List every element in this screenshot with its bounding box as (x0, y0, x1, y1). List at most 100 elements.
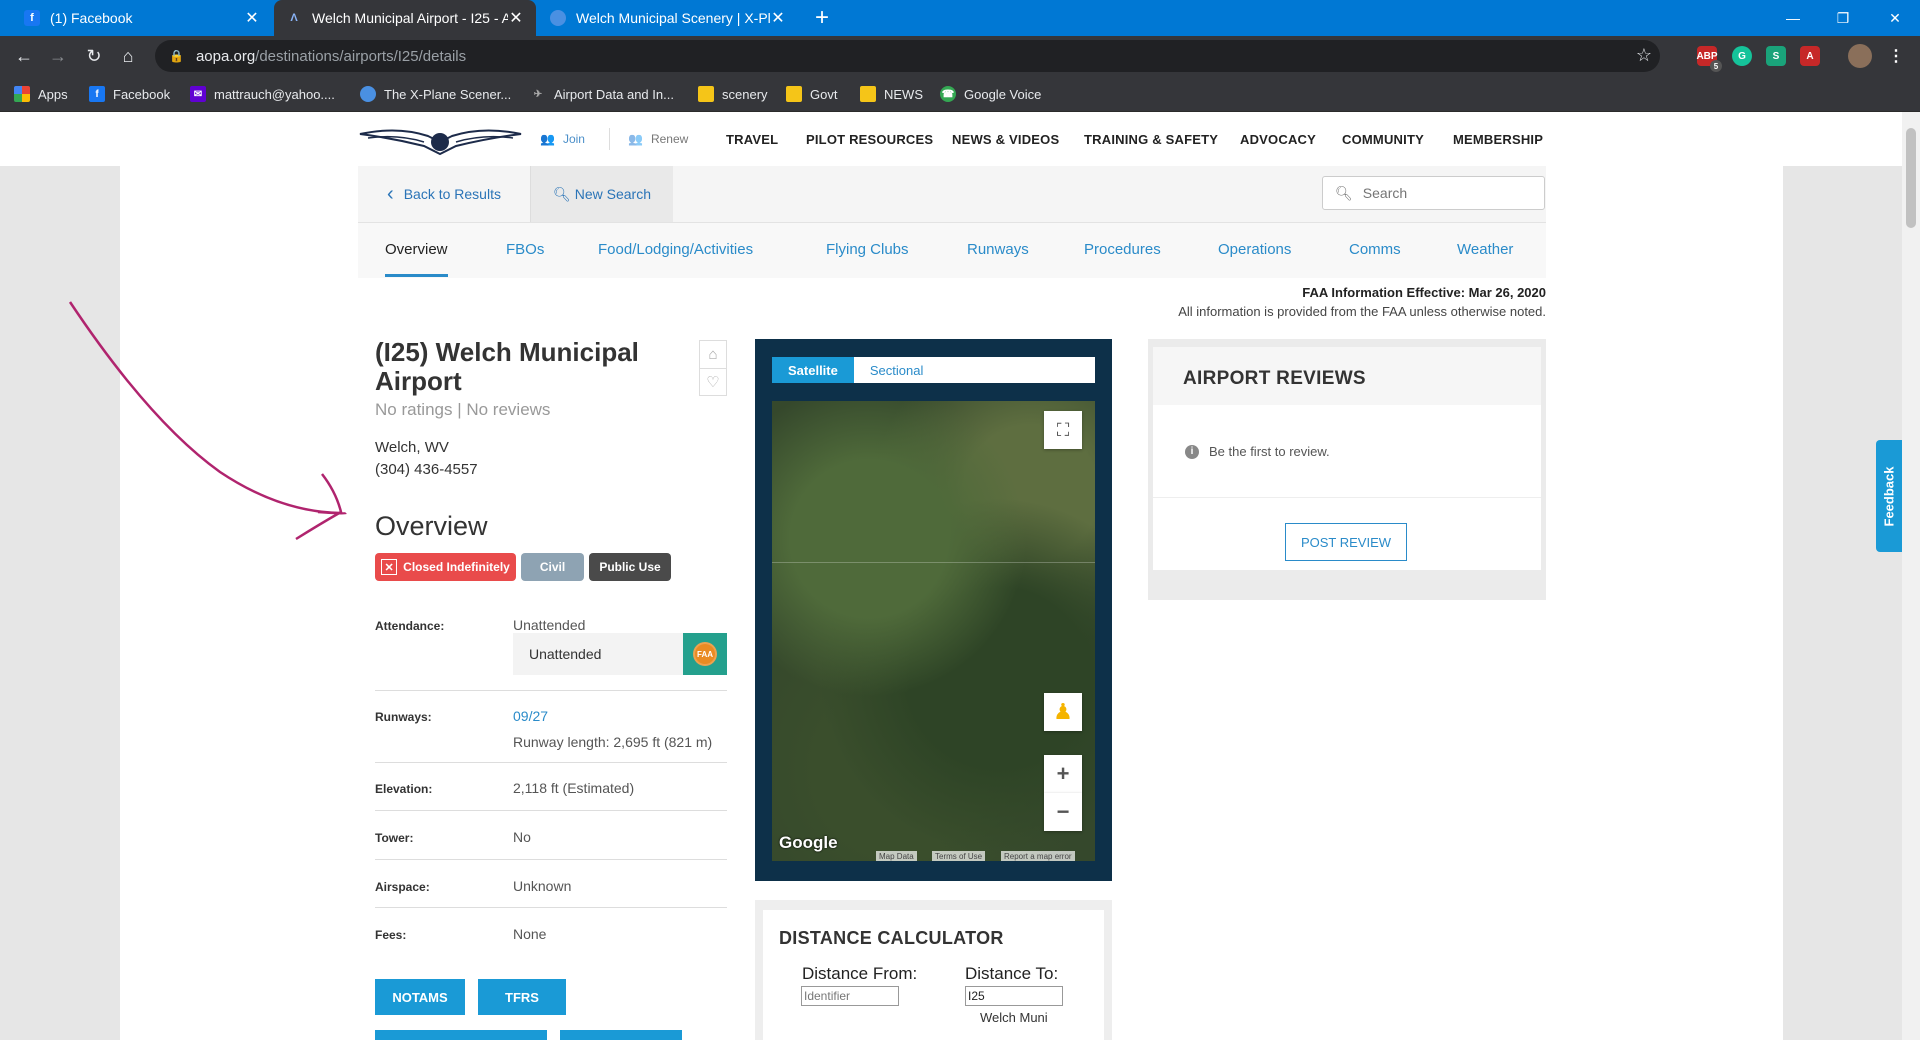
new-search-button[interactable]: 🔍︎ New Search (531, 166, 673, 222)
page-scrollbar[interactable] (1902, 112, 1920, 1040)
bookmark-star-icon[interactable]: ☆ (1636, 45, 1652, 66)
renew-link[interactable]: 👥 Renew (628, 132, 688, 146)
faa-icon: FAA (693, 642, 717, 666)
tab-procedures[interactable]: Procedures (1084, 241, 1161, 258)
feedback-tab[interactable]: Feedback (1876, 440, 1902, 552)
tab-runways[interactable]: Runways (967, 241, 1029, 258)
url-text: aopa.org/destinations/airports/I25/detai… (195, 47, 467, 65)
tab-operations[interactable]: Operations (1218, 241, 1291, 258)
tab-overview[interactable]: Overview (385, 241, 448, 277)
more-button[interactable] (560, 1030, 682, 1040)
bookmark-facebook[interactable]: f Facebook (89, 76, 170, 112)
airport-reviews-panel: AIRPORT REVIEWS i Be the first to review.… (1148, 339, 1546, 600)
tab-weather[interactable]: Weather (1457, 241, 1513, 258)
zoom-in-button[interactable]: + (1044, 755, 1082, 793)
forward-arrow-icon[interactable]: → (44, 42, 72, 70)
back-to-results-button[interactable]: ‹ Back to Results (358, 166, 531, 222)
bookmark-news[interactable]: NEWS (860, 76, 923, 112)
civil-badge: Civil (521, 553, 584, 581)
reviews-title: AIRPORT REVIEWS (1183, 368, 1366, 389)
reload-icon[interactable]: ↻ (80, 42, 108, 70)
window-close-button[interactable]: ✕ (1872, 0, 1918, 36)
satellite-tab[interactable]: Satellite (772, 357, 854, 383)
heart-icon[interactable]: ♡ (700, 368, 726, 395)
pdf-extension-icon[interactable]: A (1800, 46, 1820, 66)
menu-dots-icon[interactable]: ⋮ (1886, 46, 1906, 66)
public-use-badge: Public Use (589, 553, 671, 581)
close-icon[interactable]: ✕ (770, 8, 786, 28)
distance-from-label: Distance From: (802, 964, 918, 983)
bookmark-airport-data[interactable]: ✈ Airport Data and In... (530, 76, 674, 112)
tab-title: Welch Municipal Scenery | X-Plan (576, 10, 770, 26)
aopa-wings-logo[interactable] (358, 120, 523, 160)
tab-food-lodging[interactable]: Food/Lodging/Activities (598, 241, 753, 258)
bookmark-yahoo[interactable]: ✉ mattrauch@yahoo.... (190, 76, 335, 112)
search-icon: 🔍︎ (1335, 184, 1353, 201)
close-icon[interactable]: ✕ (244, 8, 260, 28)
back-arrow-icon[interactable]: ← (10, 42, 38, 70)
bookmark-google-voice[interactable]: ☎ Google Voice (940, 76, 1041, 112)
notams-button[interactable]: NOTAMS (375, 979, 465, 1015)
tab-comms[interactable]: Comms (1349, 241, 1401, 258)
post-review-button[interactable]: POST REVIEW (1285, 523, 1407, 561)
bookmark-scenery[interactable]: scenery (698, 76, 768, 112)
no-reviews-message: i Be the first to review. (1185, 444, 1330, 459)
facebook-icon: f (89, 86, 105, 102)
pegman-icon[interactable]: ♟ (1044, 693, 1082, 731)
terms-link[interactable]: Terms of Use (932, 851, 986, 861)
search-input[interactable] (1362, 185, 1533, 201)
map-type-tabs: Satellite Sectional (772, 357, 1095, 383)
browser-tab-facebook[interactable]: f (1) Facebook ✕ (12, 0, 272, 36)
home-icon[interactable]: ⌂ (700, 341, 726, 368)
runway-link[interactable]: 09/27 (513, 708, 548, 724)
tfrs-button[interactable]: TFRS (478, 979, 566, 1015)
address-bar[interactable]: 🔒 aopa.org/destinations/airports/I25/det… (155, 40, 1660, 72)
fullscreen-icon[interactable]: ⛶ (1044, 411, 1082, 449)
reviews-card: AIRPORT REVIEWS i Be the first to review.… (1153, 347, 1541, 570)
satellite-map[interactable]: ⛶ ♟ + − Google Map Data Terms of Use Rep… (772, 401, 1095, 861)
browser-tab-aopa[interactable]: Ʌ Welch Municipal Airport - I25 - A ✕ (274, 0, 536, 36)
browser-tab-xplane[interactable]: Welch Municipal Scenery | X-Plan ✕ (538, 0, 798, 36)
fees-value: None (513, 926, 547, 942)
distance-card: DISTANCE CALCULATOR Distance From: Dista… (763, 910, 1104, 1040)
tab-fbos[interactable]: FBOs (506, 241, 544, 258)
profile-avatar[interactable] (1848, 44, 1872, 68)
scrollbar-thumb[interactable] (1906, 128, 1916, 228)
runways-row: Runways: 09/27 Runway length: 2,695 ft (… (375, 691, 727, 763)
distance-to-input[interactable] (965, 986, 1063, 1006)
maximize-button[interactable]: ❐ (1820, 0, 1866, 36)
nav-news-videos[interactable]: NEWS & VIDEOS (952, 132, 1059, 147)
chevron-left-icon: ‹ (387, 182, 394, 205)
close-icon[interactable]: ✕ (508, 8, 524, 28)
attendance-row: Attendance: Unattended Unattended FAA (375, 607, 727, 691)
airport-map-panel: Satellite Sectional ⛶ ♟ + − Google Map D… (755, 339, 1112, 881)
sectional-tab[interactable]: Sectional (854, 357, 939, 383)
nav-membership[interactable]: MEMBERSHIP (1453, 132, 1543, 147)
tab-flying-clubs[interactable]: Flying Clubs (826, 241, 909, 258)
runways-label: Runways: (375, 710, 432, 724)
bookmark-apps[interactable]: Apps (14, 76, 68, 112)
minimize-button[interactable]: — (1770, 0, 1816, 36)
zoom-out-button[interactable]: − (1044, 793, 1082, 831)
nav-advocacy[interactable]: ADVOCACY (1240, 132, 1316, 147)
runway-line (772, 562, 1095, 563)
nav-travel[interactable]: TRAVEL (726, 132, 778, 147)
bookmark-xplane[interactable]: The X-Plane Scener... (360, 76, 511, 112)
more-button[interactable] (375, 1030, 547, 1040)
home-icon[interactable]: ⌂ (114, 42, 142, 70)
nav-training-safety[interactable]: TRAINING & SAFETY (1084, 132, 1218, 147)
nav-pilot-resources[interactable]: PILOT RESOURCES (806, 132, 933, 147)
grammarly-extension-icon[interactable]: G (1732, 46, 1752, 66)
bookmark-govt[interactable]: Govt (786, 76, 837, 112)
join-link[interactable]: 👥 Join (540, 132, 585, 146)
distance-to-airport-name: Welch Muni (980, 1010, 1048, 1025)
faa-note: All information is provided from the FAA… (1178, 304, 1546, 319)
s-extension-icon[interactable]: S (1766, 46, 1786, 66)
distance-from-input[interactable] (801, 986, 899, 1006)
report-error-link[interactable]: Report a map error (1001, 851, 1075, 861)
lock-icon: 🔒 (169, 49, 184, 63)
runway-length: Runway length: 2,695 ft (821 m) (513, 734, 713, 750)
new-tab-button[interactable]: + (808, 5, 836, 31)
nav-community[interactable]: COMMUNITY (1342, 132, 1424, 147)
map-data-link[interactable]: Map Data (876, 851, 917, 861)
